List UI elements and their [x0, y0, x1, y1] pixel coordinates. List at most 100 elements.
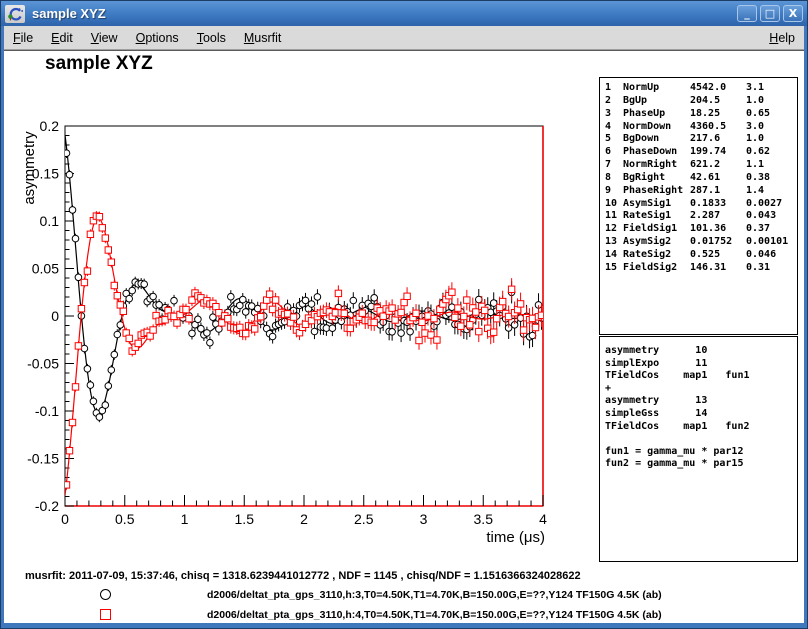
- param-row: 2BgUp204.51.0: [600, 95, 797, 108]
- legend-entry-label: d2006/deltat_pta_gps_3110,h:4,T0=4.50K,T…: [207, 609, 662, 621]
- param-n: 15: [605, 262, 623, 275]
- param-name: PhaseRight: [623, 185, 690, 198]
- svg-text:0.5: 0.5: [115, 511, 135, 527]
- param-n: 7: [605, 159, 623, 172]
- param-value: 0.01752: [690, 236, 746, 249]
- parameter-box[interactable]: 1NormUp4542.03.12BgUp204.51.03PhaseUp18.…: [599, 77, 798, 335]
- theory-line: +: [605, 383, 797, 396]
- param-error: 3.1: [746, 82, 797, 95]
- param-n: 4: [605, 121, 623, 134]
- param-value: 2.287: [690, 210, 746, 223]
- param-value: 204.5: [690, 95, 746, 108]
- param-name: AsymSig2: [623, 236, 690, 249]
- param-row: 11RateSig12.2870.043: [600, 210, 797, 223]
- param-error: 0.0027: [746, 198, 797, 211]
- param-n: 2: [605, 95, 623, 108]
- param-error: 1.0: [746, 95, 797, 108]
- svg-text:3: 3: [420, 511, 428, 527]
- theory-box[interactable]: asymmetry 10simplExpo 11TFieldCos map1 f…: [599, 336, 798, 562]
- theory-line: TFieldCos map1 fun1: [605, 370, 797, 383]
- param-name: NormUp: [623, 82, 690, 95]
- svg-text:3.5: 3.5: [474, 511, 494, 527]
- svg-text:2: 2: [300, 511, 308, 527]
- svg-text:1: 1: [181, 511, 189, 527]
- param-error: 1.0: [746, 133, 797, 146]
- param-value: 199.74: [690, 146, 746, 159]
- param-name: RateSig2: [623, 249, 690, 262]
- svg-text:0: 0: [61, 511, 69, 527]
- param-row: 3PhaseUp18.250.65: [600, 108, 797, 121]
- param-row: 13AsymSig20.017520.00101: [600, 236, 797, 249]
- param-row: 10AsymSig10.18330.0027: [600, 198, 797, 211]
- param-n: 6: [605, 146, 623, 159]
- theory-line: asymmetry 13: [605, 395, 797, 408]
- param-name: PhaseDown: [623, 146, 690, 159]
- svg-text:-0.2: -0.2: [35, 498, 59, 514]
- theory-line: simpleGss 14: [605, 408, 797, 421]
- theory-line: [605, 433, 797, 446]
- param-row: 4NormDown4360.53.0: [600, 121, 797, 134]
- param-row: 6PhaseDown199.740.62: [600, 146, 797, 159]
- param-error: 0.37: [746, 223, 797, 236]
- param-error: 0.046: [746, 249, 797, 262]
- param-value: 287.1: [690, 185, 746, 198]
- param-name: NormRight: [623, 159, 690, 172]
- param-value: 0.525: [690, 249, 746, 262]
- param-error: 0.65: [746, 108, 797, 121]
- param-value: 18.25: [690, 108, 746, 121]
- param-name: NormDown: [623, 121, 690, 134]
- svg-text:0: 0: [51, 308, 59, 324]
- param-error: 1.1: [746, 159, 797, 172]
- fit-curve: [65, 218, 543, 496]
- theory-line: fun1 = gamma_mu * par12: [605, 446, 797, 459]
- circle-marker-icon: [100, 589, 111, 600]
- param-n: 12: [605, 223, 623, 236]
- param-value: 217.6: [690, 133, 746, 146]
- plot-frame: [65, 126, 543, 506]
- param-row: 5BgDown217.61.0: [600, 133, 797, 146]
- param-error: 0.38: [746, 172, 797, 185]
- fit-curve: [65, 135, 543, 414]
- svg-text:-0.15: -0.15: [27, 451, 59, 467]
- svg-text:1.5: 1.5: [235, 511, 255, 527]
- svg-text:0.05: 0.05: [32, 261, 59, 277]
- param-n: 13: [605, 236, 623, 249]
- param-n: 8: [605, 172, 623, 185]
- theory-line: simplExpo 11: [605, 358, 797, 371]
- param-n: 10: [605, 198, 623, 211]
- param-value: 621.2: [690, 159, 746, 172]
- svg-text:0.2: 0.2: [40, 118, 60, 134]
- param-name: FieldSig1: [623, 223, 690, 236]
- legend-entry: d2006/deltat_pta_gps_3110,h:3,T0=4.50K,T…: [0, 588, 800, 602]
- theory-line: TFieldCos map1 fun2: [605, 421, 797, 434]
- param-value: 0.1833: [690, 198, 746, 211]
- series-circle: [63, 135, 545, 422]
- legend-entry-label: d2006/deltat_pta_gps_3110,h:3,T0=4.50K,T…: [207, 589, 662, 601]
- param-n: 9: [605, 185, 623, 198]
- param-n: 1: [605, 82, 623, 95]
- param-row: 12FieldSig1101.360.37: [600, 223, 797, 236]
- param-row: 15FieldSig2146.310.31: [600, 262, 797, 275]
- svg-text:-0.05: -0.05: [27, 356, 59, 372]
- param-row: 1NormUp4542.03.1: [600, 82, 797, 95]
- param-error: 0.043: [746, 210, 797, 223]
- param-n: 3: [605, 108, 623, 121]
- param-row: 7NormRight621.21.1: [600, 159, 797, 172]
- param-row: 8BgRight42.610.38: [600, 172, 797, 185]
- param-name: BgUp: [623, 95, 690, 108]
- svg-text:0.1: 0.1: [40, 213, 60, 229]
- param-n: 5: [605, 133, 623, 146]
- param-name: BgRight: [623, 172, 690, 185]
- svg-text:0.15: 0.15: [32, 166, 59, 182]
- param-value: 146.31: [690, 262, 746, 275]
- svg-text:2.5: 2.5: [354, 511, 374, 527]
- param-row: 9PhaseRight287.11.4: [600, 185, 797, 198]
- param-value: 4360.5: [690, 121, 746, 134]
- param-row: 14RateSig20.5250.046: [600, 249, 797, 262]
- param-name: FieldSig2: [623, 262, 690, 275]
- param-name: BgDown: [623, 133, 690, 146]
- svg-text:4: 4: [539, 511, 547, 527]
- param-error: 3.0: [746, 121, 797, 134]
- param-error: 0.62: [746, 146, 797, 159]
- footer-info-line: musrfit: 2011-07-09, 15:37:46, chisq = 1…: [25, 570, 581, 582]
